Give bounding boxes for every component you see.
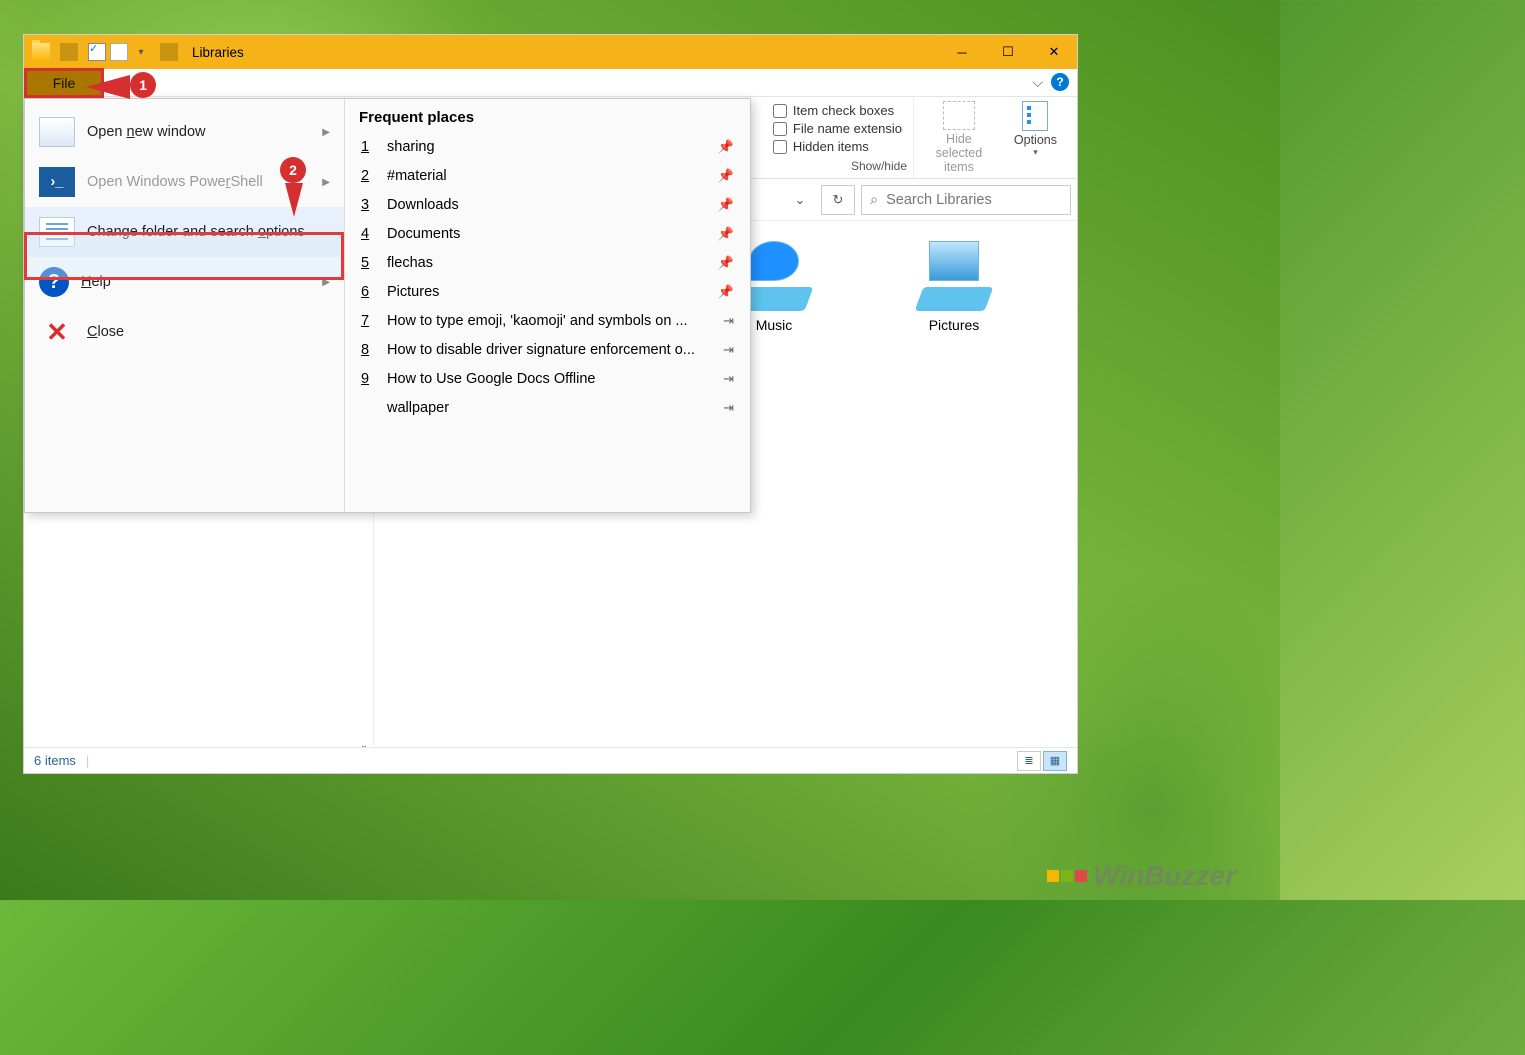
menu-close[interactable]: ✕ Close <box>25 307 344 357</box>
place-label: Documents <box>387 226 704 242</box>
place-index: 2 <box>361 168 373 184</box>
place-index: 5 <box>361 255 373 271</box>
status-bar: 6 items | ≣ ▦ <box>24 747 1077 773</box>
recent-icon[interactable]: ⇥ <box>723 342 734 358</box>
annotation-callout-2: 2 <box>280 157 306 183</box>
recent-icon[interactable]: ⇥ <box>723 313 734 329</box>
frequent-place-item[interactable]: wallpaper ⇥ <box>359 393 736 422</box>
close-button[interactable]: ✕ <box>1031 35 1077 69</box>
pin-icon[interactable]: 📌 <box>718 197 734 213</box>
check-file-extensions[interactable]: File name extensions <box>773 121 903 136</box>
divider <box>60 43 78 61</box>
place-index: 9 <box>361 371 373 387</box>
search-icon: ⌕ <box>870 192 878 208</box>
titlebar[interactable]: ▾ Libraries ─ ☐ ✕ <box>24 35 1077 69</box>
place-index: 6 <box>361 284 373 300</box>
qat-properties-icon[interactable] <box>88 43 106 61</box>
close-icon: ✕ <box>39 317 75 347</box>
place-label: Downloads <box>387 197 704 213</box>
annotation-highlight-box <box>24 232 344 280</box>
pin-icon[interactable]: 📌 <box>718 226 734 242</box>
place-label: flechas <box>387 255 704 271</box>
menu-open-new-window[interactable]: Open new window▶ <box>25 107 344 157</box>
window-icon <box>39 117 75 147</box>
frequent-places-header: Frequent places <box>359 109 736 126</box>
quick-access-toolbar: ▾ <box>32 43 184 61</box>
qat-newfolder-icon[interactable] <box>110 43 128 61</box>
place-label: How to Use Google Docs Offline <box>387 371 709 387</box>
library-item-pictures[interactable]: Pictures <box>884 241 1024 333</box>
explorer-icon <box>32 43 50 61</box>
place-index: 8 <box>361 342 373 358</box>
powershell-icon: ›_ <box>39 167 75 197</box>
place-label: How to disable driver signature enforcem… <box>387 342 709 358</box>
pin-icon[interactable]: 📌 <box>718 255 734 271</box>
place-label: How to type emoji, 'kaomoji' and symbols… <box>387 313 709 329</box>
hide-selected-button[interactable]: Hide selected items <box>914 97 1004 178</box>
status-count: 6 items <box>34 753 76 768</box>
place-index: 3 <box>361 197 373 213</box>
file-menu: Open new window▶ ›_ Open Windows PowerSh… <box>24 98 751 513</box>
scroll-down-icon[interactable]: ⌄ <box>357 740 371 747</box>
recent-icon[interactable]: ⇥ <box>723 400 734 416</box>
frequent-place-item[interactable]: 5 flechas 📌 <box>359 248 736 277</box>
place-label: #material <box>387 168 704 184</box>
place-index: 7 <box>361 313 373 329</box>
search-placeholder: Search Libraries <box>886 192 992 208</box>
minimize-button[interactable]: ─ <box>939 35 985 69</box>
frequent-place-item[interactable]: 7 How to type emoji, 'kaomoji' and symbol… <box>359 306 736 335</box>
ribbon-tabs: ⌵ ? <box>24 69 1077 97</box>
pin-icon[interactable]: 📌 <box>718 168 734 184</box>
search-input[interactable]: ⌕ Search Libraries <box>861 185 1071 215</box>
pin-icon[interactable]: 📌 <box>718 284 734 300</box>
place-label: sharing <box>387 139 704 155</box>
place-index: 4 <box>361 226 373 242</box>
frequent-place-item[interactable]: 1 sharing 📌 <box>359 132 736 161</box>
frequent-place-item[interactable]: 6 Pictures 📌 <box>359 277 736 306</box>
frequent-place-item[interactable]: 2 #material 📌 <box>359 161 736 190</box>
window-title: Libraries <box>192 45 244 60</box>
check-item-checkboxes[interactable]: Item check boxes <box>773 103 903 118</box>
help-icon[interactable]: ? <box>1051 73 1069 91</box>
place-label: wallpaper <box>387 400 709 416</box>
collapse-ribbon-icon[interactable]: ⌵ <box>1032 74 1043 91</box>
options-button[interactable]: Options ▾ <box>1004 97 1067 178</box>
maximize-button[interactable]: ☐ <box>985 35 1031 69</box>
check-hidden-items[interactable]: Hidden items <box>773 139 903 154</box>
refresh-button[interactable]: ↻ <box>821 185 855 215</box>
frequent-place-item[interactable]: 8 How to disable driver signature enforce… <box>359 335 736 364</box>
view-details-button[interactable]: ≣ <box>1017 751 1041 771</box>
ribbon-group-label: Show/hide <box>851 159 907 173</box>
recent-icon[interactable]: ⇥ <box>723 371 734 387</box>
frequent-place-item[interactable]: 3 Downloads 📌 <box>359 190 736 219</box>
divider <box>160 43 178 61</box>
frequent-places-panel: Frequent places 1 sharing 📌 2 #material 📌 3 Dow… <box>345 99 750 512</box>
place-index: 1 <box>361 139 373 155</box>
addr-dropdown-icon[interactable]: ⌄ <box>785 185 815 215</box>
pin-icon[interactable]: 📌 <box>718 139 734 155</box>
qat-dropdown-icon[interactable]: ▾ <box>132 43 150 61</box>
watermark-icon <box>1047 870 1087 882</box>
view-large-icons-button[interactable]: ▦ <box>1043 751 1067 771</box>
place-label: Pictures <box>387 284 704 300</box>
watermark: WinBuzzer <box>1047 860 1236 892</box>
frequent-place-item[interactable]: 4 Documents 📌 <box>359 219 736 248</box>
frequent-place-item[interactable]: 9 How to Use Google Docs Offline ⇥ <box>359 364 736 393</box>
annotation-callout-1: 1 <box>130 72 156 98</box>
